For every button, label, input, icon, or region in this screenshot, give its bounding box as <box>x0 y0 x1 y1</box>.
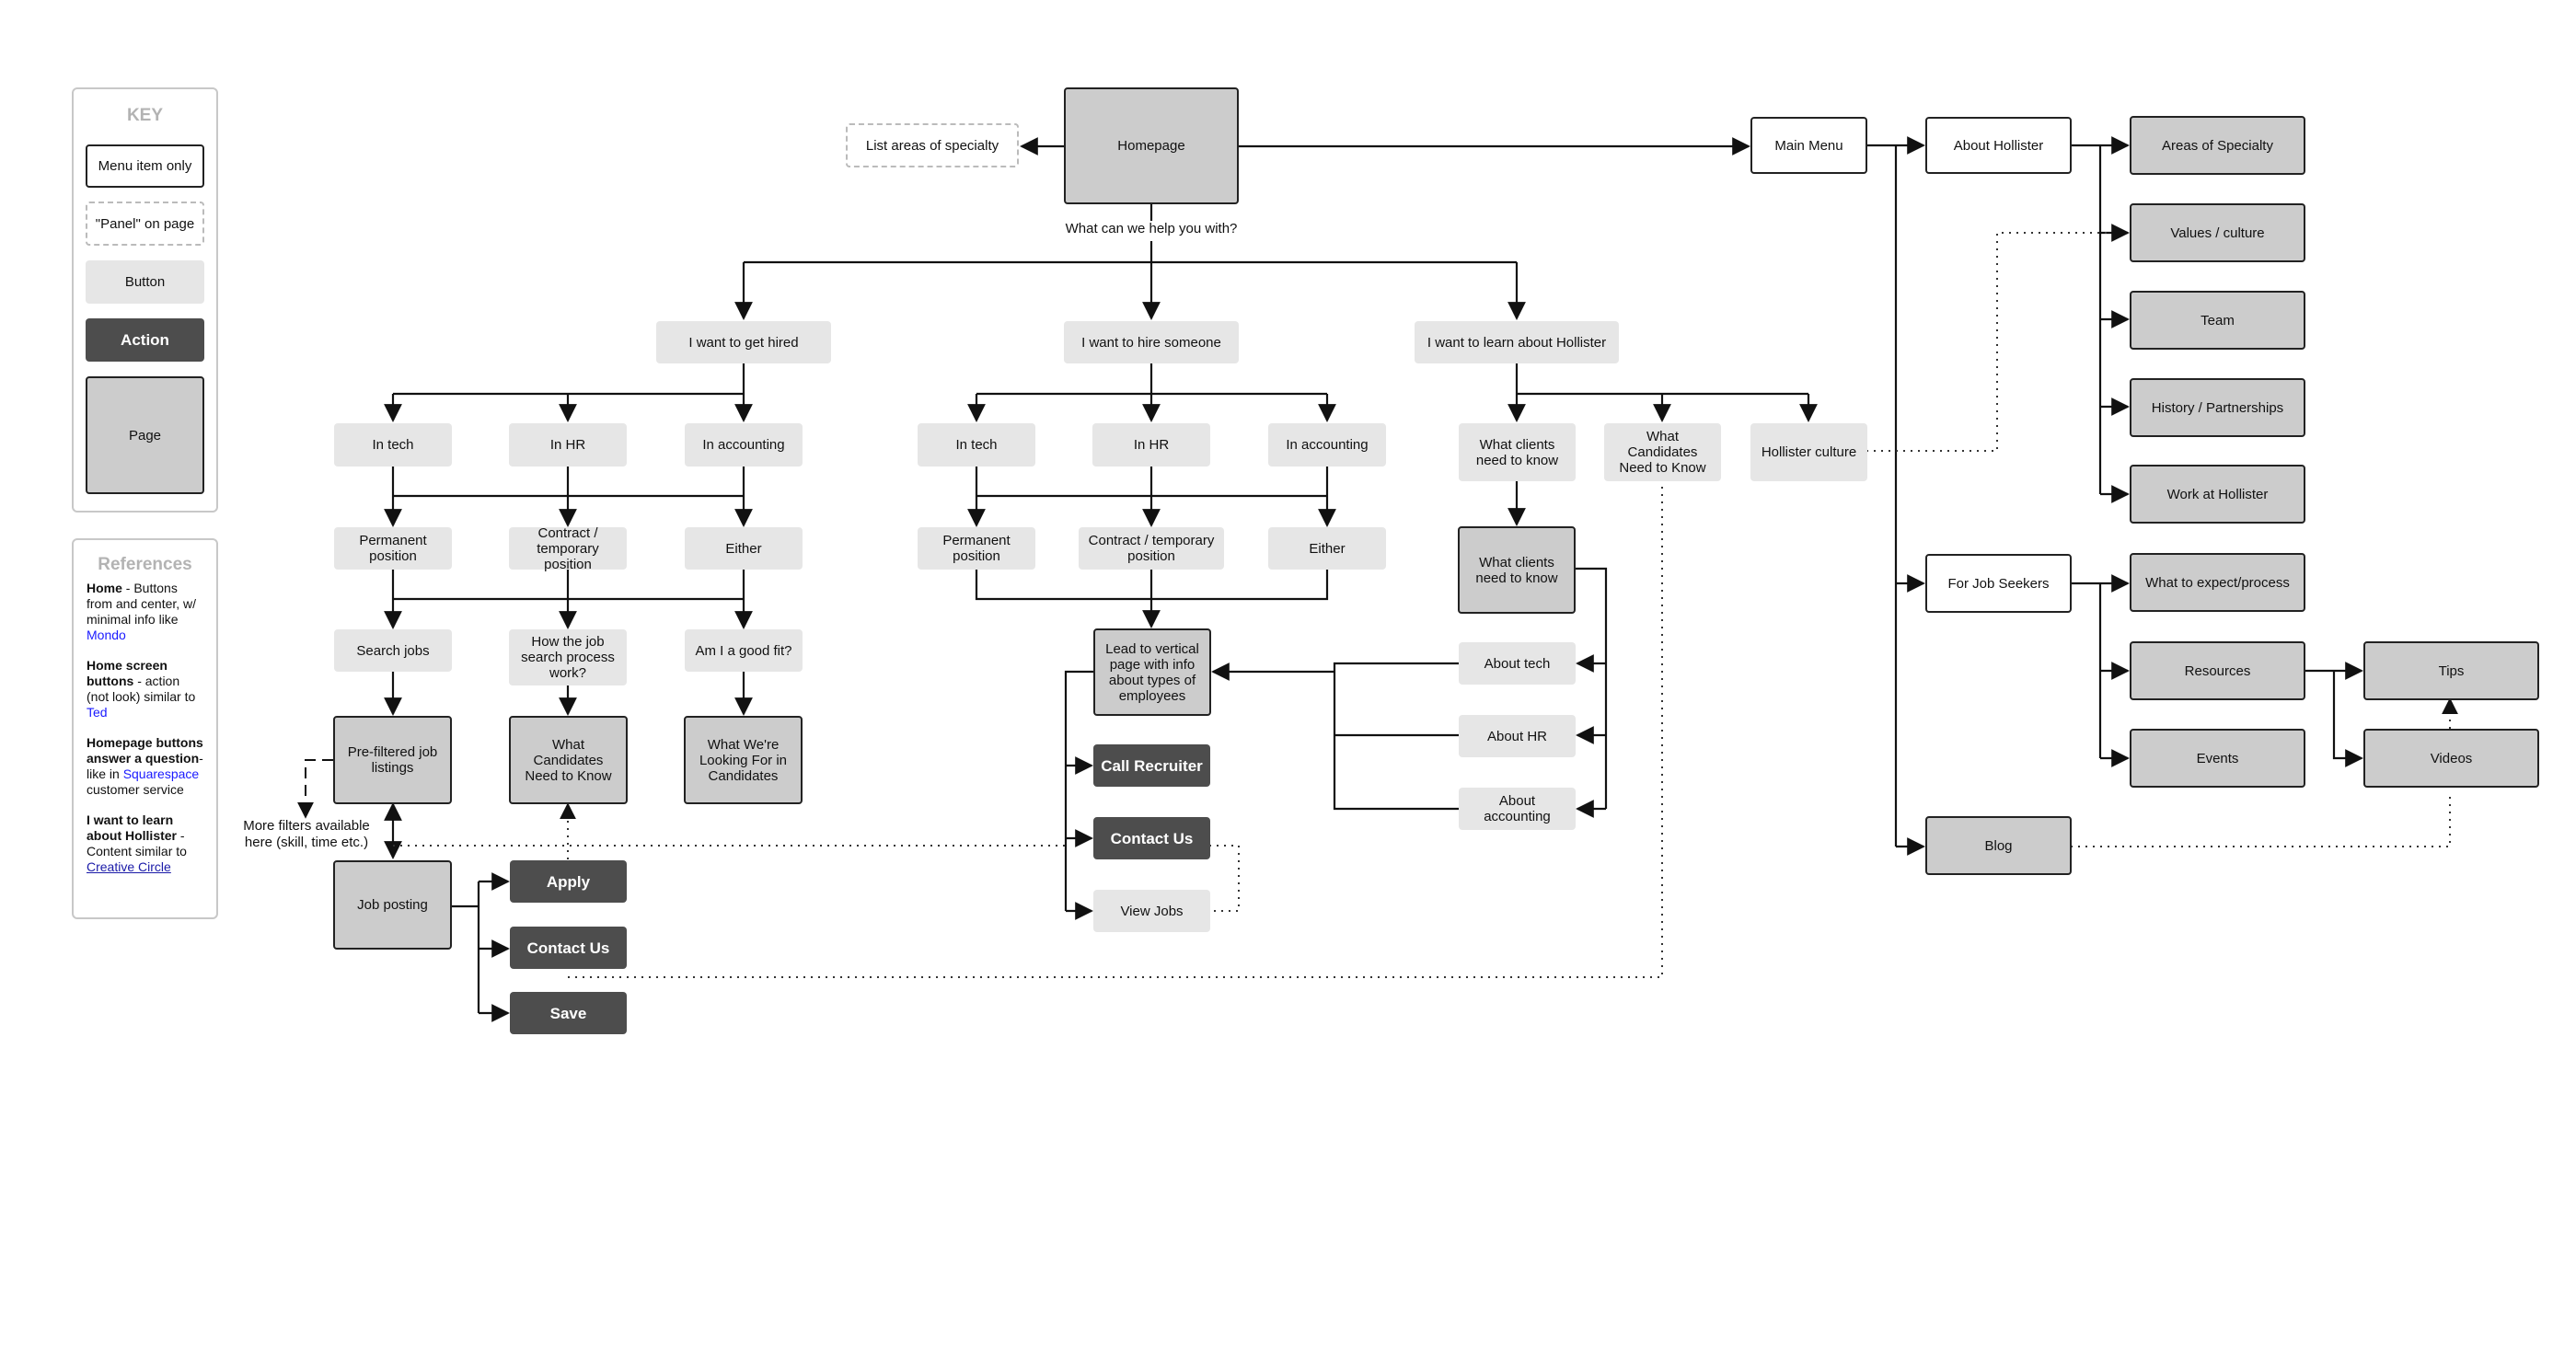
what-to-expect-page[interactable]: What to expect/process <box>2130 553 2305 612</box>
hire-position-either[interactable]: Either <box>1268 527 1386 570</box>
about-hollister-menu-item[interactable]: About Hollister <box>1925 117 2072 174</box>
work-at-hollister-page[interactable]: Work at Hollister <box>2130 465 2305 524</box>
areas-of-specialty-page[interactable]: Areas of Specialty <box>2130 116 2305 175</box>
reference-link-ted[interactable]: Ted <box>87 705 108 720</box>
videos-page[interactable]: Videos <box>2363 729 2539 788</box>
homepage-page[interactable]: Homepage <box>1064 87 1239 204</box>
key-menu-item: Menu item only <box>86 144 204 188</box>
main-menu-item[interactable]: Main Menu <box>1750 117 1867 174</box>
reference-question-title: Homepage buttons answer a question <box>87 735 203 766</box>
get-hired-field-hr[interactable]: In HR <box>509 423 627 467</box>
homepage-question-label: What can we help you with? <box>1059 221 1243 237</box>
reference-learn-hollister: I want to learn about Hollister - Conten… <box>87 812 203 875</box>
get-hired-field-accounting[interactable]: In accounting <box>685 423 803 467</box>
contact-us-action-jobs[interactable]: Contact Us <box>510 927 627 969</box>
get-hired-field-tech[interactable]: In tech <box>334 423 452 467</box>
list-areas-panel[interactable]: List areas of specialty <box>846 123 1019 167</box>
resources-page[interactable]: Resources <box>2130 641 2305 700</box>
candidates-need-to-know-page[interactable]: What Candidates Need to Know <box>509 716 628 804</box>
search-jobs-button[interactable]: Search jobs <box>334 629 452 672</box>
pre-filtered-listings-page[interactable]: Pre-filtered job listings <box>333 716 452 804</box>
reference-learn-title: I want to learn about Hollister <box>87 812 178 843</box>
hire-field-hr[interactable]: In HR <box>1092 423 1210 467</box>
reference-home-screen-buttons: Home screen buttons - action (not look) … <box>87 658 203 720</box>
references-panel: References Home - Buttons from and cente… <box>72 538 218 919</box>
get-hired-position-contract[interactable]: Contract / temporary position <box>509 525 627 572</box>
contact-us-action-hire[interactable]: Contact Us <box>1093 817 1210 859</box>
values-culture-page[interactable]: Values / culture <box>2130 203 2305 262</box>
events-page[interactable]: Events <box>2130 729 2305 788</box>
reference-question-after: customer service <box>87 782 184 797</box>
get-hired-position-either[interactable]: Either <box>685 527 803 570</box>
hire-position-permanent[interactable]: Permanent position <box>918 527 1035 570</box>
hire-field-accounting[interactable]: In accounting <box>1268 423 1386 467</box>
key-page: Page <box>86 376 204 494</box>
learn-hollister-button[interactable]: I want to learn about Hollister <box>1415 321 1619 363</box>
hollister-culture-button[interactable]: Hollister culture <box>1750 423 1867 481</box>
references-title: References <box>98 555 192 574</box>
for-job-seekers-menu-item[interactable]: For Job Seekers <box>1925 554 2072 613</box>
good-fit-button[interactable]: Am I a good fit? <box>685 629 803 672</box>
reference-link-creative-circle[interactable]: Creative Circle <box>87 859 171 874</box>
apply-action[interactable]: Apply <box>510 860 627 903</box>
reference-homepage-question: Homepage buttons answer a question- like… <box>87 735 203 798</box>
key-panel: "Panel" on page <box>86 202 204 246</box>
blog-page[interactable]: Blog <box>1925 816 2072 875</box>
history-partnerships-page[interactable]: History / Partnerships <box>2130 378 2305 437</box>
key-button: Button <box>86 260 204 304</box>
more-filters-note: More filters available here (skill, time… <box>243 818 370 850</box>
tips-page[interactable]: Tips <box>2363 641 2539 700</box>
about-accounting-button[interactable]: About accounting <box>1459 788 1576 830</box>
get-hired-button[interactable]: I want to get hired <box>656 321 831 363</box>
about-tech-button[interactable]: About tech <box>1459 642 1576 685</box>
reference-home: Home - Buttons from and center, w/ minim… <box>87 581 203 643</box>
key-action: Action <box>86 318 204 362</box>
team-page[interactable]: Team <box>2130 291 2305 350</box>
vertical-page[interactable]: Lead to vertical page with info about ty… <box>1093 628 1211 716</box>
key-title: KEY <box>126 106 164 125</box>
hire-someone-button[interactable]: I want to hire someone <box>1064 321 1239 363</box>
job-posting-page[interactable]: Job posting <box>333 860 452 950</box>
about-hr-button[interactable]: About HR <box>1459 715 1576 757</box>
reference-link-squarespace[interactable]: Squarespace <box>123 766 200 781</box>
hire-field-tech[interactable]: In tech <box>918 423 1035 467</box>
reference-link-mondo[interactable]: Mondo <box>87 628 126 642</box>
view-jobs-button[interactable]: View Jobs <box>1093 890 1210 932</box>
candidates-need-to-know-button[interactable]: What Candidates Need to Know <box>1604 423 1721 481</box>
call-recruiter-action[interactable]: Call Recruiter <box>1093 744 1210 787</box>
clients-need-to-know-button[interactable]: What clients need to know <box>1459 423 1576 481</box>
reference-home-title: Home <box>87 581 122 595</box>
looking-for-candidates-page[interactable]: What We're Looking For in Candidates <box>684 716 803 804</box>
clients-need-to-know-page[interactable]: What clients need to know <box>1458 526 1576 614</box>
save-action[interactable]: Save <box>510 992 627 1034</box>
job-process-button[interactable]: How the job search process work? <box>509 629 627 686</box>
hire-position-contract[interactable]: Contract / temporary position <box>1079 527 1224 570</box>
get-hired-position-permanent[interactable]: Permanent position <box>334 527 452 570</box>
